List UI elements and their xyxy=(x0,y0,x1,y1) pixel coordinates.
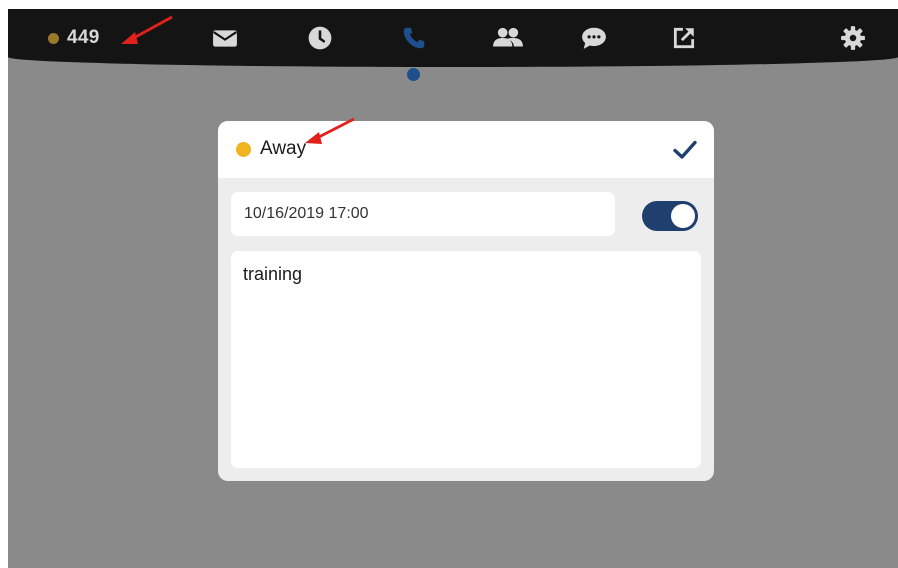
phone-icon xyxy=(403,27,425,49)
calls-nav-button[interactable] xyxy=(399,23,429,53)
status-selector[interactable]: Away xyxy=(236,138,306,160)
status-dot-icon xyxy=(48,32,59,44)
status-message-field[interactable]: training xyxy=(231,251,701,468)
until-datetime-field[interactable]: 10/16/2019 17:00 xyxy=(231,192,615,236)
status-dialog: Away 10/16/2019 17:00 training xyxy=(218,121,714,481)
away-status-dot-icon xyxy=(236,141,251,157)
status-indicator[interactable]: 449 xyxy=(48,26,100,50)
status-label: Away xyxy=(260,138,307,159)
top-navigation-bar: 449 xyxy=(8,9,898,67)
envelope-icon xyxy=(213,30,237,47)
mail-nav-button[interactable] xyxy=(210,23,240,53)
external-link-icon xyxy=(673,27,695,49)
gear-icon xyxy=(841,26,865,50)
external-link-nav-button[interactable] xyxy=(669,23,699,53)
settings-button[interactable] xyxy=(838,23,868,53)
contacts-nav-button[interactable] xyxy=(490,23,526,53)
app-screen: 449 Away 10/16/2019 17:00 training xyxy=(8,9,898,568)
history-nav-button[interactable] xyxy=(305,23,335,53)
contacts-icon xyxy=(493,27,523,47)
confirm-button[interactable] xyxy=(670,137,700,163)
expiry-toggle[interactable] xyxy=(642,201,698,231)
status-count: 449 xyxy=(67,27,100,48)
toggle-knob xyxy=(671,204,695,228)
checkmark-icon xyxy=(673,140,697,159)
active-tab-indicator xyxy=(407,68,420,81)
clock-icon xyxy=(308,26,332,50)
chat-icon xyxy=(582,27,606,49)
dialog-header: Away xyxy=(218,121,714,178)
chat-nav-button[interactable] xyxy=(579,23,609,53)
